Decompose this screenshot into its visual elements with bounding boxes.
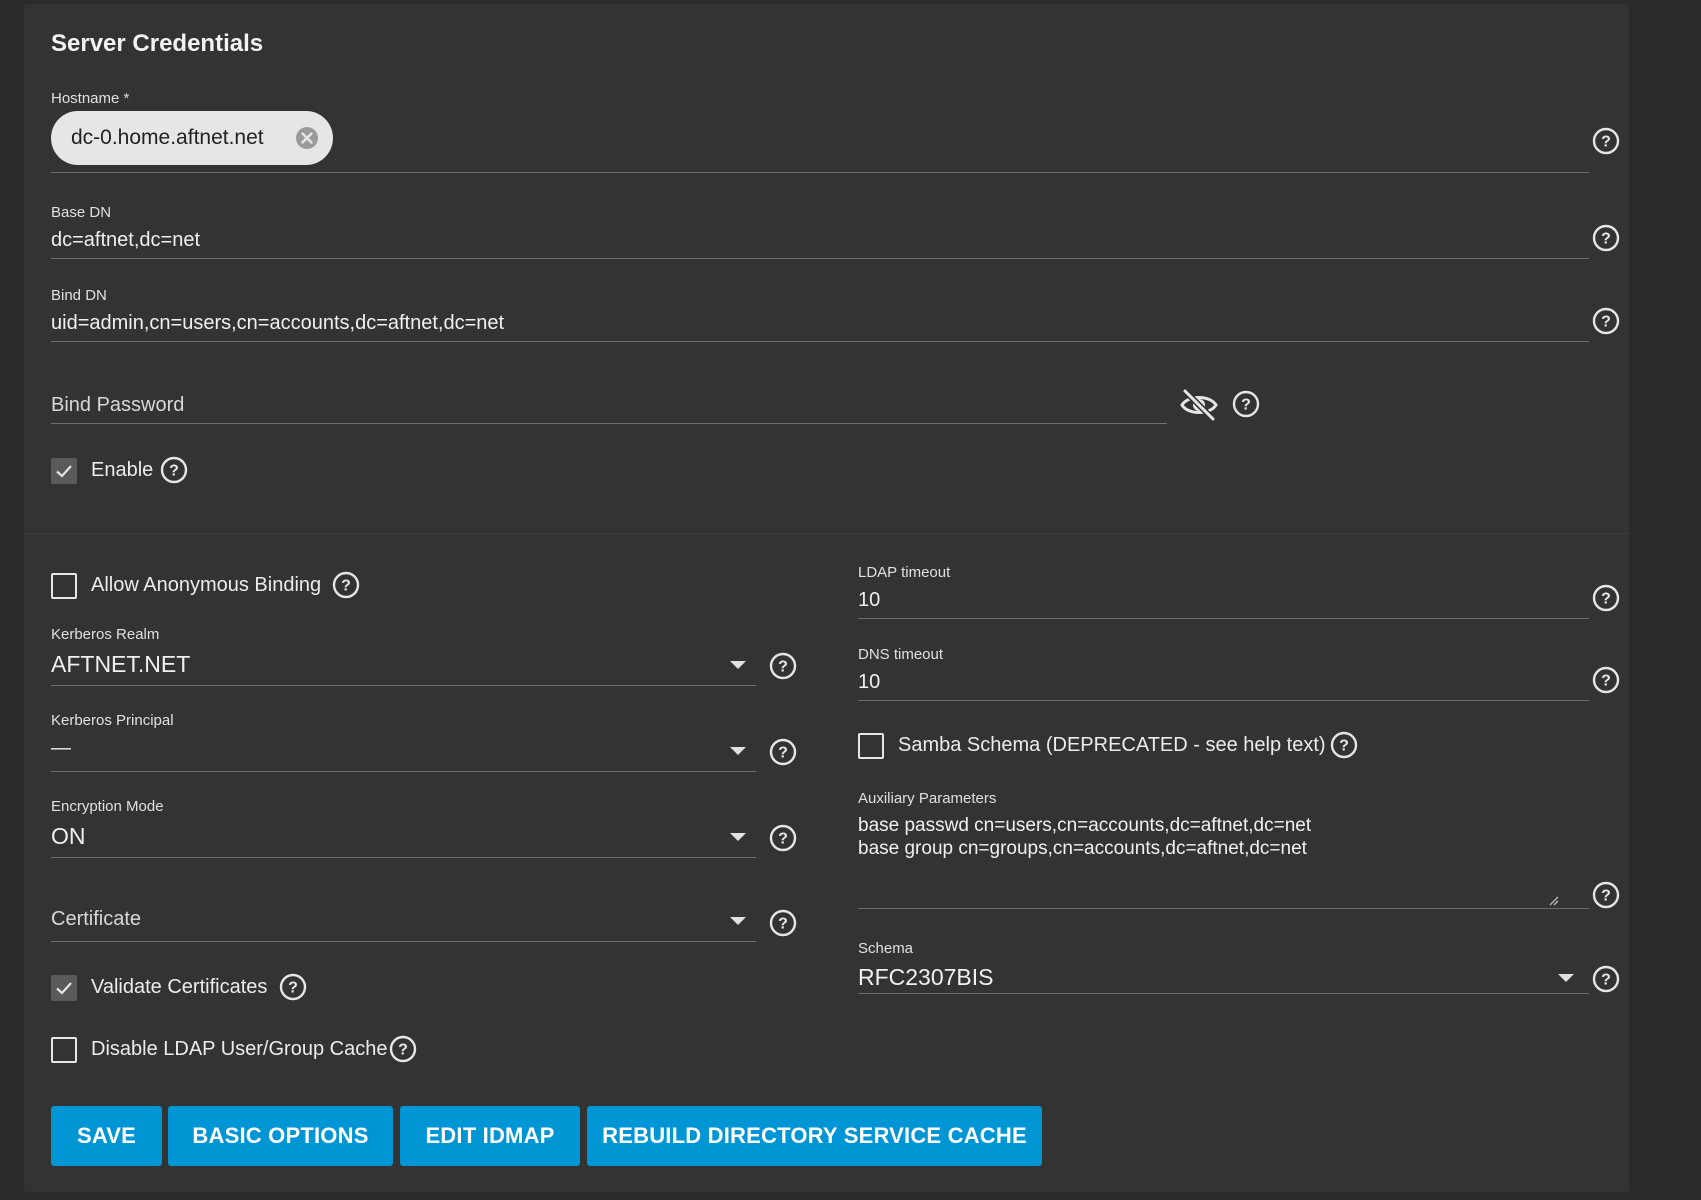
schema-select[interactable]: RFC2307BIS <box>858 964 994 991</box>
validate-certificates-label: Validate Certificates <box>91 976 268 998</box>
chevron-down-icon[interactable] <box>730 661 746 669</box>
help-icon[interactable]: ? <box>1592 127 1620 155</box>
svg-text:?: ? <box>1601 134 1611 151</box>
base-dn-label: Base DN <box>51 204 112 221</box>
disable-cache-checkbox[interactable] <box>51 1037 77 1063</box>
auxiliary-parameters-label: Auxiliary Parameters <box>858 790 997 807</box>
certificate-underline <box>51 941 756 942</box>
encryption-mode-select[interactable]: ON <box>51 823 86 850</box>
svg-text:?: ? <box>778 831 788 848</box>
svg-text:?: ? <box>288 980 298 997</box>
help-icon[interactable]: ? <box>1330 731 1358 759</box>
bind-dn-label: Bind DN <box>51 287 107 304</box>
disable-cache-label: Disable LDAP User/Group Cache <box>91 1038 388 1060</box>
allow-anonymous-binding-checkbox[interactable] <box>51 573 77 599</box>
ldap-timeout-underline <box>858 618 1589 619</box>
help-icon[interactable]: ? <box>1592 307 1620 335</box>
help-icon[interactable]: ? <box>769 652 797 680</box>
help-icon[interactable]: ? <box>160 456 188 484</box>
bind-dn-input[interactable]: uid=admin,cn=users,cn=accounts,dc=aftnet… <box>51 312 504 335</box>
chevron-down-icon[interactable] <box>1558 974 1574 982</box>
hostname-chip-text: dc-0.home.aftnet.net <box>71 126 264 149</box>
svg-text:?: ? <box>1601 888 1611 905</box>
svg-text:?: ? <box>778 659 788 676</box>
base-dn-underline <box>51 258 1589 259</box>
dns-timeout-label: DNS timeout <box>858 646 944 663</box>
help-icon[interactable]: ? <box>1592 224 1620 252</box>
resize-handle-icon[interactable] <box>1547 893 1559 906</box>
svg-text:?: ? <box>1339 738 1349 755</box>
help-icon[interactable]: ? <box>1592 584 1620 612</box>
auxiliary-parameters-textarea[interactable]: base passwd cn=users,cn=accounts,dc=aftn… <box>858 814 1311 860</box>
save-button[interactable]: SAVE <box>51 1106 162 1166</box>
ldap-form-card: Server Credentials Hostname * dc-0.home.… <box>24 4 1629 1192</box>
hostname-underline <box>51 172 1589 173</box>
svg-text:?: ? <box>1601 591 1611 608</box>
svg-text:?: ? <box>1601 673 1611 690</box>
svg-text:?: ? <box>778 745 788 762</box>
svg-text:?: ? <box>1241 397 1251 414</box>
help-icon[interactable]: ? <box>769 909 797 937</box>
section-divider <box>24 533 1629 534</box>
encryption-mode-label: Encryption Mode <box>51 798 164 815</box>
auxiliary-parameters-underline <box>858 908 1589 909</box>
kerberos-realm-label: Kerberos Realm <box>51 626 160 643</box>
bind-dn-underline <box>51 341 1589 342</box>
schema-underline <box>858 993 1589 994</box>
encryption-mode-underline <box>51 857 756 858</box>
help-icon[interactable]: ? <box>389 1035 417 1063</box>
hostname-chip[interactable]: dc-0.home.aftnet.net <box>51 111 333 165</box>
chip-remove-icon[interactable] <box>295 126 319 150</box>
kerberos-principal-underline <box>51 771 756 772</box>
help-icon[interactable]: ? <box>769 738 797 766</box>
help-icon[interactable]: ? <box>769 824 797 852</box>
help-icon[interactable]: ? <box>1592 666 1620 694</box>
svg-text:?: ? <box>341 578 351 595</box>
schema-label: Schema <box>858 940 914 957</box>
ldap-timeout-label: LDAP timeout <box>858 564 951 581</box>
samba-schema-label: Samba Schema (DEPRECATED - see help text… <box>898 734 1326 756</box>
kerberos-realm-underline <box>51 685 756 686</box>
edit-idmap-button[interactable]: EDIT IDMAP <box>400 1106 580 1166</box>
chevron-down-icon[interactable] <box>730 917 746 925</box>
svg-text:?: ? <box>169 463 179 480</box>
certificate-select[interactable]: Certificate <box>51 908 141 931</box>
svg-text:?: ? <box>778 916 788 933</box>
kerberos-principal-label: Kerberos Principal <box>51 712 174 729</box>
svg-text:?: ? <box>1601 314 1611 331</box>
bind-password-underline <box>51 423 1167 424</box>
allow-anonymous-binding-label: Allow Anonymous Binding <box>91 574 322 596</box>
validate-certificates-checkbox[interactable] <box>51 975 77 1001</box>
kerberos-realm-select[interactable]: AFTNET.NET <box>51 651 190 678</box>
help-icon[interactable]: ? <box>332 571 360 599</box>
dns-timeout-underline <box>858 700 1589 701</box>
ldap-timeout-input[interactable]: 10 <box>858 589 880 612</box>
enable-label: Enable <box>91 459 154 481</box>
help-icon[interactable]: ? <box>279 973 307 1001</box>
bind-password-input[interactable]: Bind Password <box>51 394 184 417</box>
chevron-down-icon[interactable] <box>730 747 746 755</box>
eye-off-icon[interactable] <box>1179 388 1219 422</box>
help-icon[interactable]: ? <box>1592 881 1620 909</box>
hostname-label: Hostname * <box>51 90 130 107</box>
section-title: Server Credentials <box>51 30 264 57</box>
help-icon[interactable]: ? <box>1592 965 1620 993</box>
svg-text:?: ? <box>1601 231 1611 248</box>
help-icon[interactable]: ? <box>1232 390 1260 418</box>
dns-timeout-input[interactable]: 10 <box>858 671 880 694</box>
svg-text:?: ? <box>398 1042 408 1059</box>
svg-text:?: ? <box>1601 972 1611 989</box>
samba-schema-checkbox[interactable] <box>858 733 884 759</box>
rebuild-cache-button[interactable]: REBUILD DIRECTORY SERVICE CACHE <box>587 1106 1042 1166</box>
base-dn-input[interactable]: dc=aftnet,dc=net <box>51 229 200 252</box>
basic-options-button[interactable]: BASIC OPTIONS <box>168 1106 393 1166</box>
kerberos-principal-select[interactable]: — <box>51 737 71 760</box>
enable-checkbox[interactable] <box>51 458 77 484</box>
chevron-down-icon[interactable] <box>730 833 746 841</box>
